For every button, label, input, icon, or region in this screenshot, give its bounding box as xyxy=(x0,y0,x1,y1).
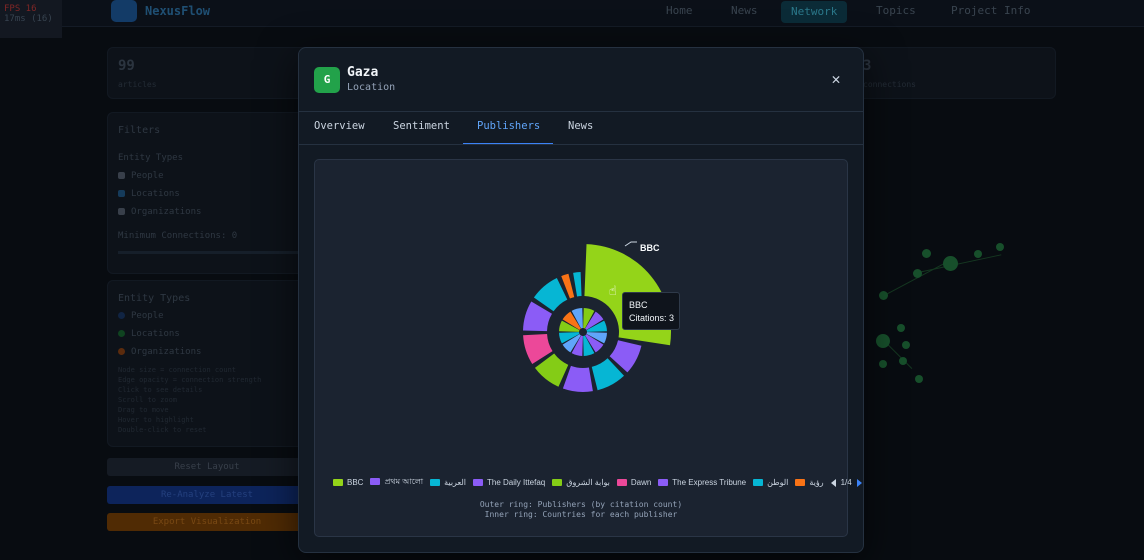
legend-swatch xyxy=(430,479,441,487)
legend-label: The Express Tribune xyxy=(672,478,747,487)
entity-avatar: G xyxy=(314,67,340,93)
tab-publishers[interactable]: Publishers xyxy=(477,120,540,132)
entity-detail-modal: G Gaza Location ✕ Overview Sentiment Pub… xyxy=(298,47,864,553)
entity-title: Gaza xyxy=(347,65,379,80)
legend-label: Dawn xyxy=(630,478,652,487)
next-page-icon[interactable] xyxy=(856,478,862,487)
legend-swatch xyxy=(552,479,563,487)
tooltip-value: Citations: 3 xyxy=(629,313,675,323)
page-indicator: 1/4 xyxy=(840,478,852,487)
highlight-label: BBC xyxy=(640,243,660,253)
chart-tooltip: BBC Citations: 3 xyxy=(622,292,680,330)
header-divider xyxy=(299,111,863,112)
highlight-leader-line xyxy=(624,241,637,247)
chart-legend: BBC প্রথম আলো العربية The Daily Ittefaq بواب… xyxy=(333,476,862,490)
legend-label: BBC xyxy=(347,478,364,487)
legend-label: بوابة الشروق xyxy=(566,478,610,487)
legend-swatch xyxy=(370,478,381,486)
legend-pager: 1/4 xyxy=(830,478,862,487)
legend-label: رؤية xyxy=(809,478,824,487)
legend-item[interactable]: The Express Tribune xyxy=(658,478,746,487)
legend-label: প্রথম আলো xyxy=(384,477,424,486)
legend-label: العربية xyxy=(444,478,466,487)
inner-ring xyxy=(559,308,607,356)
entity-type: Location xyxy=(347,82,396,93)
legend-swatch xyxy=(616,479,627,487)
tabs-divider xyxy=(299,144,863,145)
legend-item[interactable]: الوطن xyxy=(753,478,788,487)
publishers-chart-panel: BBC ☝ BBC Citations: 3 BBC প্রথম আলো العرب… xyxy=(314,159,862,537)
pointer-cursor-icon: ☝ xyxy=(609,284,617,299)
legend-item[interactable]: رؤية xyxy=(795,478,824,487)
legend-item[interactable]: BBC xyxy=(333,478,363,487)
tab-overview[interactable]: Overview xyxy=(314,120,365,132)
legend-swatch xyxy=(333,479,343,487)
legend-label: The Daily Ittefaq xyxy=(486,478,546,487)
outer-ring-slice[interactable] xyxy=(562,365,593,392)
legend-item[interactable]: প্রথম আলো xyxy=(370,476,423,489)
legend-item[interactable]: العربية xyxy=(430,478,466,487)
legend-label: الوطن xyxy=(767,478,789,487)
legend-item[interactable]: Dawn xyxy=(616,478,652,487)
tab-news[interactable]: News xyxy=(568,120,593,132)
legend-item[interactable]: The Daily Ittefaq xyxy=(472,478,546,487)
legend-swatch xyxy=(753,479,764,487)
legend-swatch xyxy=(472,479,483,487)
tab-sentiment[interactable]: Sentiment xyxy=(393,120,450,132)
outer-ring-note: Outer ring: Publishers (by citation coun… xyxy=(479,500,683,509)
inner-ring-note: Inner ring: Countries for each publisher xyxy=(484,510,678,519)
legend-swatch xyxy=(795,479,806,487)
tooltip-name: BBC xyxy=(629,300,648,310)
outer-ring-slice[interactable] xyxy=(573,272,582,297)
legend-swatch xyxy=(658,479,669,487)
legend-item[interactable]: بوابة الشروق xyxy=(552,478,610,487)
close-icon[interactable]: ✕ xyxy=(827,70,845,88)
prev-page-icon[interactable] xyxy=(830,478,836,487)
